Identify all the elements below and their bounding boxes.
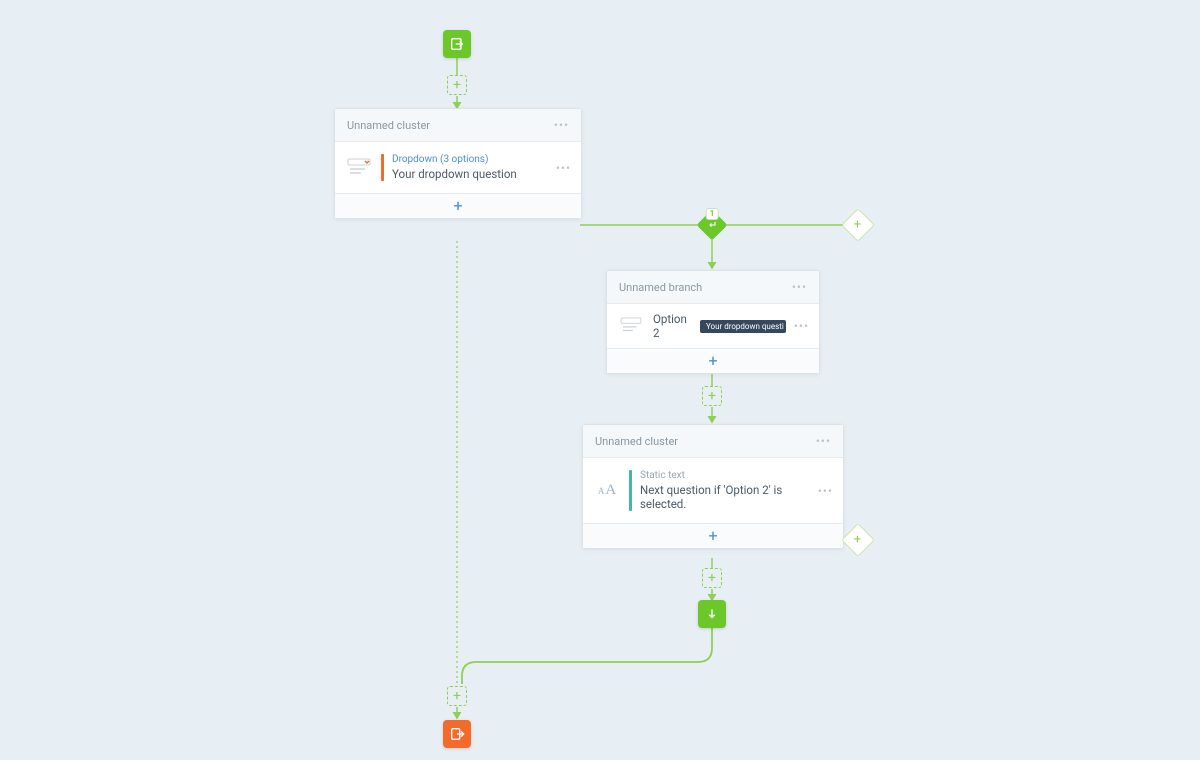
end-node[interactable] [443,720,471,748]
enter-icon [449,36,465,52]
branch-diamond[interactable]: 1 [698,211,726,239]
card-header: Unnamed branch ••• [607,271,819,304]
add-branch-diamond-2[interactable]: + [844,526,872,554]
flow-canvas[interactable]: + Unnamed cluster ••• Dropdown (3 option… [0,0,1200,760]
field-menu-button[interactable]: ••• [818,484,833,498]
card-field-row[interactable]: Dropdown (3 options) Your dropdown quest… [335,142,581,193]
form-field-icon [617,314,645,338]
plus-icon: + [453,198,462,214]
card-title: Unnamed cluster [347,119,430,132]
plus-icon: + [453,78,461,92]
branch-option-label: Option 2 [653,312,694,340]
add-node-before-end[interactable]: + [447,686,467,706]
card-header: Unnamed cluster ••• [583,425,843,458]
add-node-after-branch[interactable]: + [702,386,722,406]
card-field-row[interactable]: AA Static text Next question if 'Option … [583,458,843,523]
field-title: Next question if 'Option 2' is selected. [640,483,810,511]
accent-bar [629,470,632,511]
branch-row[interactable]: Option 2 Your dropdown questi ••• [607,304,819,348]
add-branch-diamond[interactable]: + [844,211,872,239]
plus-icon: + [453,689,461,703]
cluster-card-1[interactable]: Unnamed cluster ••• Dropdown (3 options)… [334,108,582,219]
field-menu-button[interactable]: ••• [556,161,571,175]
connectors [0,0,1200,760]
add-node-after-start[interactable]: + [447,75,467,95]
merge-node[interactable] [698,600,726,628]
accent-bar [381,154,384,181]
branch-return-icon [706,219,718,231]
plus-icon: + [708,571,716,585]
exit-icon [449,726,465,742]
field-menu-button[interactable]: ••• [794,319,809,333]
card-header: Unnamed cluster ••• [335,109,581,142]
plus-icon: + [708,389,716,403]
branch-badge: 1 [706,208,719,220]
cluster-card-2[interactable]: Unnamed cluster ••• AA Static text Next … [582,424,844,549]
add-field-button[interactable]: + [335,193,581,218]
field-meta: Dropdown (3 options) [392,154,548,165]
arrow-down-icon [705,607,719,621]
card-title: Unnamed branch [619,281,702,294]
static-text-icon: AA [593,479,621,503]
card-menu-button[interactable]: ••• [816,434,831,448]
source-question-chip: Your dropdown questi [700,320,786,333]
add-field-button[interactable]: + [583,523,843,548]
field-title: Your dropdown question [392,167,548,181]
add-condition-button[interactable]: + [607,348,819,373]
start-node[interactable] [443,30,471,58]
plus-icon: + [708,353,717,369]
add-node-after-cluster2[interactable]: + [702,568,722,588]
card-title: Unnamed cluster [595,435,678,448]
card-menu-button[interactable]: ••• [554,118,569,132]
branch-card[interactable]: Unnamed branch ••• Option 2 Your dropdow… [606,270,820,374]
plus-icon: + [708,528,717,544]
field-meta: Static text [640,470,810,481]
dropdown-field-icon [345,156,373,180]
card-menu-button[interactable]: ••• [792,280,807,294]
